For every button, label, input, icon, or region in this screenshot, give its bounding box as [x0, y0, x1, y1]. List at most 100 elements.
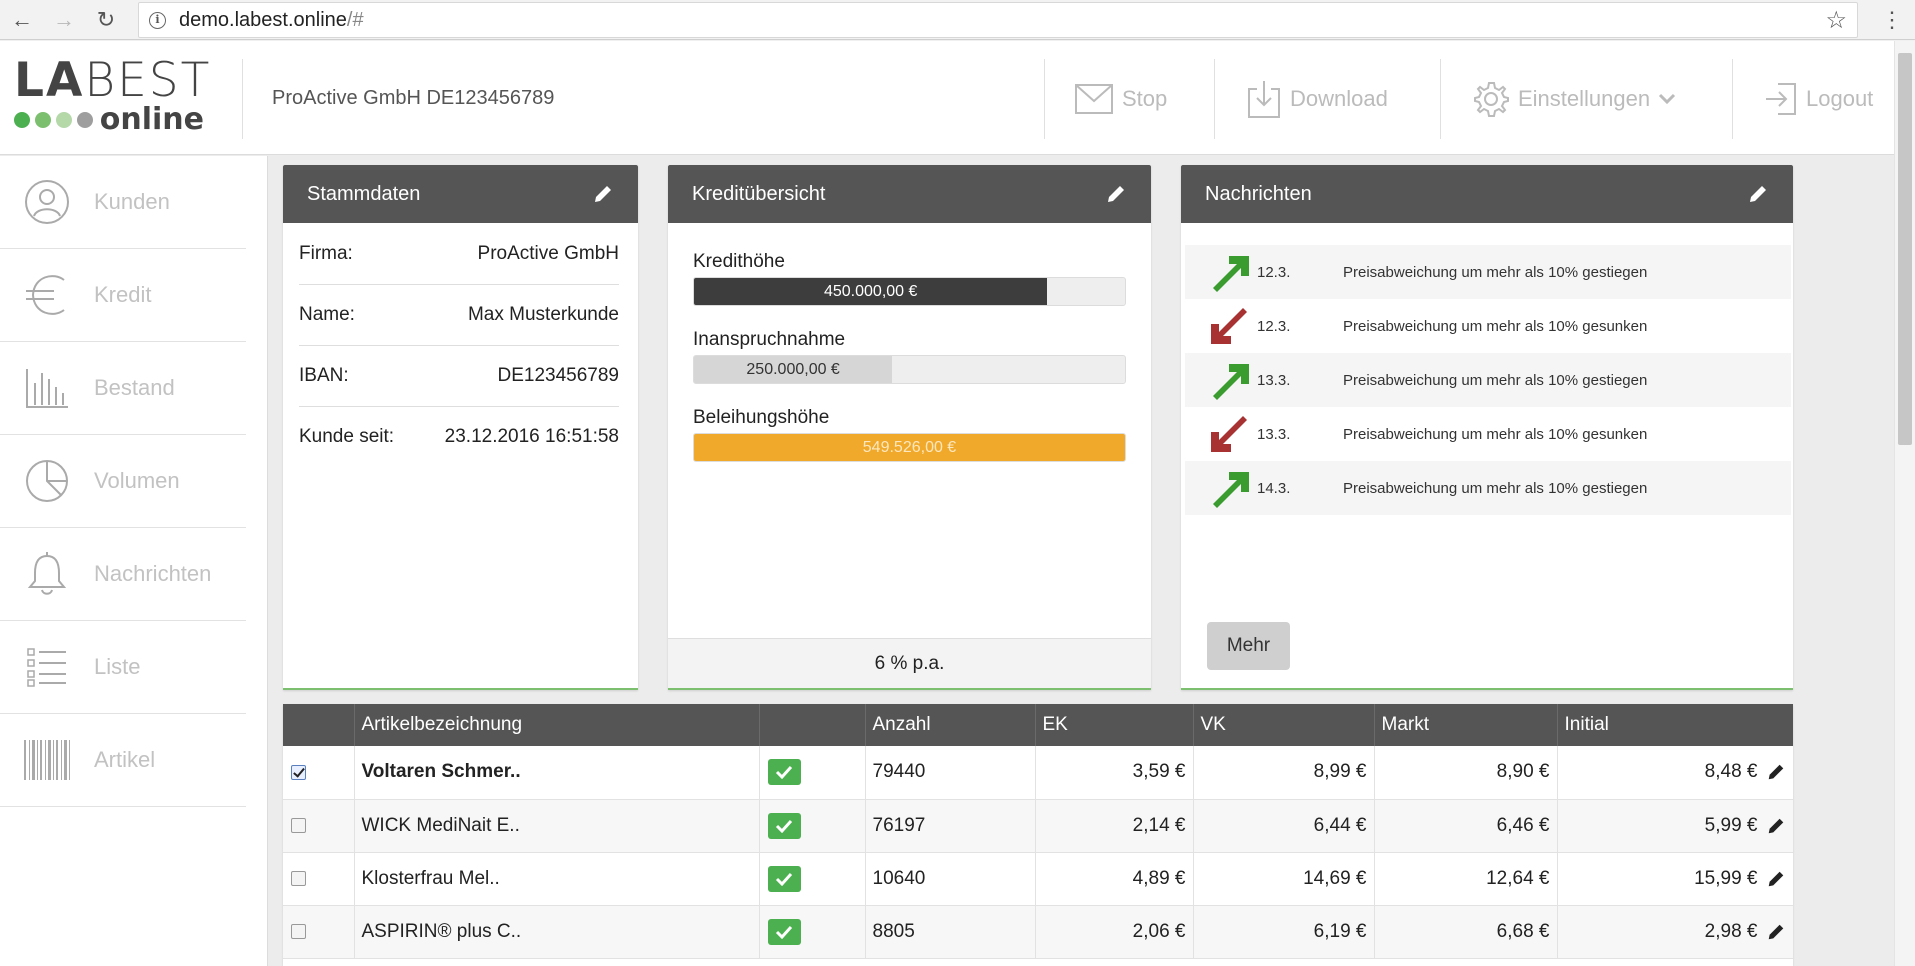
row-checkbox[interactable]	[291, 817, 306, 833]
field-label: Name:	[299, 303, 355, 325]
edit-pencil-icon[interactable]	[1105, 183, 1127, 205]
select-cell	[283, 799, 355, 853]
sidebar-item-label: Kredit	[94, 282, 152, 307]
table-row[interactable]: Klosterfrau Mel.. 10640 4,89 €14,69 €12,64…	[283, 852, 1793, 906]
logo-dot	[14, 112, 30, 128]
select-cell	[283, 852, 355, 906]
sidebar-item-bestand[interactable]: Bestand	[0, 342, 246, 435]
column-header[interactable]: EK	[1035, 704, 1194, 746]
message-item[interactable]: 13.3. Preisabweichung um mehr als 10% ges…	[1185, 353, 1791, 407]
anzahl-cell: 10640	[865, 852, 1036, 906]
message-item[interactable]: 12.3. Preisabweichung um mehr als 10% ges…	[1185, 245, 1791, 299]
column-header[interactable]: Artikelbezeichnung	[354, 704, 760, 746]
sidebar-item-nachrichten[interactable]: Nachrichten	[0, 528, 246, 621]
edit-pencil-icon[interactable]	[1766, 762, 1786, 782]
column-header[interactable]: Markt	[1374, 704, 1558, 746]
sidebar-item-kunden[interactable]: Kunden	[0, 156, 246, 249]
settings-dropdown[interactable]: Einstellungen	[1472, 79, 1684, 119]
vk-cell: 14,69 €	[1193, 852, 1375, 906]
table-row[interactable]: ASPIRIN® plus C.. 8805 2,06 €6,19 €6,68 € 2…	[283, 905, 1793, 959]
gear-icon	[1474, 82, 1509, 117]
message-item[interactable]: 13.3. Preisabweichung um mehr als 10% ges…	[1185, 407, 1791, 461]
column-header[interactable]: VK	[1193, 704, 1375, 746]
initial-cell: 8,48 €	[1557, 746, 1793, 800]
scrollbar-thumb[interactable]	[1898, 53, 1912, 445]
markt-cell: 12,64 €	[1374, 852, 1558, 906]
reload-icon[interactable]: ↻	[92, 6, 120, 34]
labest-logo[interactable]: LABEST online	[14, 57, 209, 139]
panel-title: Stammdaten	[307, 182, 421, 205]
initial-value: 5,99 €	[1704, 814, 1758, 836]
message-text: Preisabweichung um mehr als 10% gestiege…	[1343, 479, 1648, 497]
header-divider	[1440, 59, 1441, 139]
forward-arrow-icon[interactable]: →	[50, 6, 78, 34]
check-badge-icon	[767, 812, 801, 839]
initial-value: 15,99 €	[1694, 867, 1758, 889]
column-header	[283, 704, 355, 746]
page-scrollbar[interactable]	[1894, 41, 1915, 966]
column-header[interactable]: Initial	[1557, 704, 1793, 746]
edit-pencil-icon[interactable]	[1766, 869, 1786, 889]
stammdaten-row: IBAN: DE123456789	[299, 345, 619, 406]
ek-cell: 2,06 €	[1035, 905, 1194, 959]
article-name[interactable]: Voltaren Schmer..	[354, 746, 760, 800]
article-name[interactable]: ASPIRIN® plus C..	[354, 905, 760, 959]
trend-up-arrow-icon	[1213, 256, 1249, 292]
stop-button[interactable]: Stop	[1074, 79, 1167, 119]
sidebar-item-label: Kunden	[94, 189, 170, 214]
edit-pencil-icon[interactable]	[1766, 922, 1786, 942]
more-button[interactable]: Mehr	[1207, 622, 1290, 670]
select-cell	[283, 905, 355, 959]
url-text[interactable]: demo.labest.online/#	[179, 9, 364, 32]
check-badge-icon	[767, 759, 801, 786]
message-date: 13.3.	[1257, 371, 1291, 389]
logout-button[interactable]: Logout	[1764, 79, 1873, 119]
status-cell	[759, 852, 866, 906]
table-row[interactable]: Voltaren Schmer.. 79440 3,59 €8,99 €8,90 €…	[283, 746, 1793, 800]
back-arrow-icon[interactable]: ←	[8, 6, 36, 34]
address-bar[interactable]: i demo.labest.online/# ☆	[138, 2, 1858, 38]
sidebar-item-liste[interactable]: Liste	[0, 621, 246, 714]
sidebar-item-label: Bestand	[94, 375, 175, 400]
table-row[interactable]: WICK MediNait E.. 76197 2,14 €6,44 €6,46 €…	[283, 799, 1793, 853]
sidebar-item-volumen[interactable]: Volumen	[0, 435, 246, 528]
field-label: IBAN:	[299, 364, 349, 386]
sidebar-item-kredit[interactable]: Kredit	[0, 249, 246, 342]
anzahl-cell: 79440	[865, 746, 1036, 800]
article-name[interactable]: Klosterfrau Mel..	[354, 852, 760, 906]
bar-value: 250.000,00 €	[746, 360, 840, 378]
bookmark-star-icon[interactable]: ☆	[1825, 6, 1847, 35]
field-value: 23.12.2016 16:51:58	[444, 425, 619, 447]
message-item[interactable]: 12.3. Preisabweichung um mehr als 10% ges…	[1185, 299, 1791, 353]
bar-value: 450.000,00 €	[823, 282, 918, 300]
panel-title: Kreditübersicht	[692, 182, 826, 205]
anzahl-cell: 8805	[865, 905, 1036, 959]
stammdaten-panel: Stammdaten Firma: ProActive GmbH Name: Max…	[283, 165, 638, 690]
message-item[interactable]: 14.3. Preisabweichung um mehr als 10% ges…	[1185, 461, 1791, 515]
row-checkbox[interactable]	[291, 923, 306, 939]
settings-label: Einstellungen	[1518, 86, 1651, 111]
row-checkbox[interactable]	[291, 764, 306, 780]
status-cell	[759, 746, 866, 800]
anzahl-cell: 76197	[865, 799, 1036, 853]
status-cell	[759, 799, 866, 853]
list-icon	[27, 648, 66, 687]
edit-pencil-icon[interactable]	[592, 183, 614, 205]
browser-menu-icon[interactable]: ⋮	[1881, 6, 1903, 34]
select-cell	[283, 746, 355, 800]
sidebar-item-label: Nachrichten	[94, 561, 212, 586]
edit-pencil-icon[interactable]	[1747, 183, 1769, 205]
initial-value: 8,48 €	[1704, 761, 1758, 783]
logout-icon	[1766, 83, 1796, 115]
edit-pencil-icon[interactable]	[1766, 816, 1786, 836]
sidebar-item-artikel[interactable]: Artikel	[0, 714, 246, 807]
beleihungshoehe-bar: 549.526,00 €	[693, 433, 1126, 462]
article-name[interactable]: WICK MediNait E..	[354, 799, 760, 853]
sidebar-item-label: Liste	[94, 654, 141, 679]
download-button[interactable]: Download	[1246, 79, 1388, 119]
column-header[interactable]: Anzahl	[865, 704, 1036, 746]
info-icon[interactable]: i	[149, 12, 166, 29]
row-checkbox[interactable]	[291, 870, 306, 886]
message-date: 12.3.	[1257, 263, 1291, 281]
header-divider	[1214, 59, 1215, 139]
